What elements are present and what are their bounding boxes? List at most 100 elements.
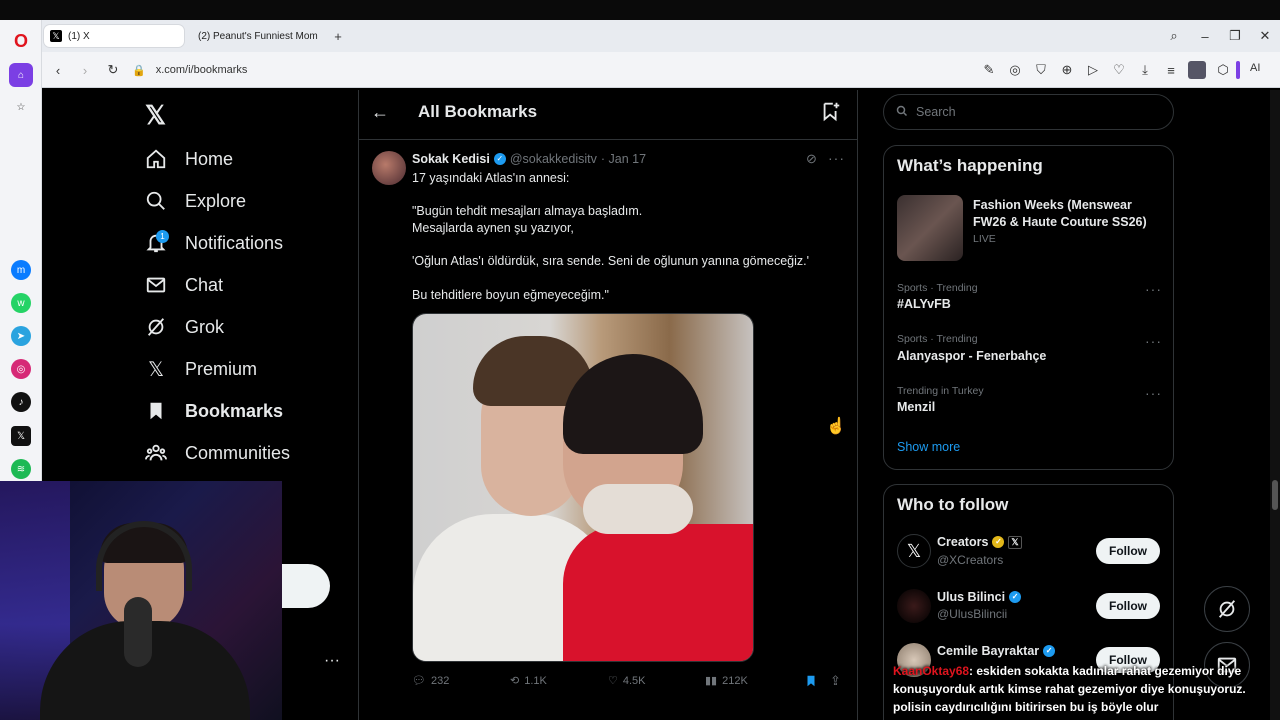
telegram-icon[interactable]: ➤ xyxy=(11,326,31,346)
bookmark-folder-add-icon[interactable] xyxy=(820,100,842,127)
tweet-date[interactable]: · Jan 17 xyxy=(601,152,646,166)
back-arrow-icon[interactable]: ← xyxy=(371,102,389,123)
nav-grok[interactable]: Grok xyxy=(145,312,224,342)
tweet-line-1: 17 yaşındaki Atlas'ın annesi: xyxy=(412,171,570,185)
nav-bookmarks[interactable]: Bookmarks xyxy=(145,396,283,426)
tab-label: (1) X xyxy=(68,30,90,42)
star-icon[interactable]: ☆ xyxy=(11,97,31,117)
instagram-icon[interactable]: ◎ xyxy=(11,359,31,379)
tweet-line-5: Bu tehditlere boyun eğmeyeceğim." xyxy=(412,288,609,302)
maximize-icon[interactable]: ❐ xyxy=(1226,27,1244,45)
author-handle[interactable]: @sokakkedisitv xyxy=(510,152,597,166)
webcam-overlay xyxy=(0,481,282,720)
reload-icon[interactable]: ↻ xyxy=(104,61,122,79)
tweet-photo[interactable] xyxy=(412,313,754,662)
page-scrollbar[interactable] xyxy=(1270,90,1280,720)
nav-notifications[interactable]: 1 Notifications xyxy=(145,228,283,258)
download-icon[interactable]: ⤓ xyxy=(1136,61,1154,79)
search-input[interactable]: Search xyxy=(883,94,1174,130)
edit-icon[interactable]: ✎ xyxy=(980,61,998,79)
views-icon: ▮▮ xyxy=(705,675,718,687)
box-icon[interactable]: ⬡ xyxy=(1214,61,1232,79)
heart-icon[interactable]: ♡ xyxy=(1110,61,1128,79)
reply-count: 232 xyxy=(430,674,450,687)
trend-name[interactable]: Alanyaspor - Fenerbahçe xyxy=(897,349,1046,363)
follow-account-name[interactable]: Creators ✓ 𝕏 xyxy=(937,535,1022,549)
tab-search-icon[interactable]: ⌕ xyxy=(1165,27,1183,45)
browser-tab-youtube[interactable]: (2) Peanut's Funniest Mom xyxy=(186,25,322,47)
forward-icon[interactable]: › xyxy=(76,61,94,79)
translate-icon[interactable]: ⊕ xyxy=(1058,61,1076,79)
follow-account-name[interactable]: Ulus Bilinci ✓ xyxy=(937,590,1022,604)
featured-status: LIVE xyxy=(973,233,996,245)
menu-icon[interactable]: ≡ xyxy=(1162,61,1180,79)
nav-premium[interactable]: 𝕏 Premium xyxy=(145,354,257,384)
verified-badge-icon: ✓ xyxy=(493,153,506,165)
home-sidebar-icon[interactable]: ⌂ xyxy=(9,63,33,87)
ai-button[interactable]: AI xyxy=(1250,62,1260,74)
views-count: 212K xyxy=(722,674,748,687)
os-top-bar xyxy=(0,0,1280,20)
post-button[interactable] xyxy=(282,564,330,608)
author-avatar[interactable] xyxy=(372,151,406,185)
account-more-dots[interactable]: ··· xyxy=(324,652,340,670)
featured-thumbnail[interactable] xyxy=(897,195,963,261)
like-button[interactable]: ♡ 4.5K xyxy=(608,674,646,688)
profile-avatar-icon[interactable] xyxy=(1188,61,1206,79)
reply-button[interactable]: 💬︎ 232 xyxy=(412,674,450,688)
back-icon[interactable]: ‹ xyxy=(49,61,67,79)
trend-name[interactable]: Menzil xyxy=(897,400,935,414)
ai-label: AI xyxy=(1250,62,1261,74)
camera-icon[interactable]: ◎ xyxy=(1006,61,1024,79)
repost-button[interactable]: ⟲ 1.1K xyxy=(510,674,547,688)
follow-button[interactable]: Follow xyxy=(1096,593,1160,619)
follow-button[interactable]: Follow xyxy=(1096,538,1160,564)
whatsapp-icon[interactable]: w xyxy=(11,293,31,313)
reply-icon: 💬︎ xyxy=(412,675,426,687)
follow-account-name[interactable]: Cemile Bayraktar ✓ xyxy=(937,644,1056,658)
close-window-icon[interactable]: ✕ xyxy=(1256,27,1274,45)
messenger-icon[interactable]: m xyxy=(11,260,31,280)
nav-home[interactable]: Home xyxy=(145,144,233,174)
featured-title[interactable]: Fashion Weeks (Menswear FW26 & Haute Cou… xyxy=(973,197,1163,231)
show-more-link[interactable]: Show more xyxy=(897,440,960,454)
grok-float-button[interactable] xyxy=(1204,586,1250,632)
lock-icon: 🔒 xyxy=(132,64,146,77)
url-bar[interactable]: 🔒 x.com/i/bookmarks xyxy=(132,58,972,82)
new-tab-icon[interactable]: + xyxy=(329,27,347,45)
x-sidebar-icon[interactable]: 𝕏 xyxy=(11,426,31,446)
spotify-icon[interactable]: ≋ xyxy=(11,459,31,479)
trend-more-icon[interactable]: ··· xyxy=(1145,281,1162,297)
shield-icon[interactable]: ⛉ xyxy=(1032,61,1050,79)
author-name[interactable]: Sokak Kedisi xyxy=(412,152,490,166)
nav-chat-label: Chat xyxy=(185,274,224,295)
nav-chat[interactable]: Chat xyxy=(145,270,223,300)
minimize-icon[interactable]: – xyxy=(1196,27,1214,45)
home-icon xyxy=(145,148,167,170)
header-divider xyxy=(359,139,857,140)
bookmarked-icon[interactable] xyxy=(804,673,818,694)
play-icon[interactable]: ▷ xyxy=(1084,61,1102,79)
views-button[interactable]: ▮▮ 212K xyxy=(705,674,748,688)
trend-meta: Sports · Trending xyxy=(897,282,978,294)
creators-avatar[interactable]: 𝕏 xyxy=(897,534,931,568)
scrollbar-thumb[interactable] xyxy=(1272,480,1278,510)
share-icon[interactable]: ⇪ xyxy=(830,673,841,689)
grok-explain-icon[interactable]: ⊘ xyxy=(806,151,817,167)
stream-chat-message: KaanOktay68: eskiden sokakta kadınlar ra… xyxy=(893,662,1263,716)
nav-home-label: Home xyxy=(185,148,234,169)
trend-more-icon[interactable]: ··· xyxy=(1145,333,1162,349)
tweet-more-icon[interactable]: ··· xyxy=(828,150,845,166)
mouse-cursor-icon: ☝ xyxy=(826,418,846,435)
ulus-avatar[interactable] xyxy=(897,589,931,623)
tiktok-icon[interactable]: ♪ xyxy=(11,392,31,412)
trend-name[interactable]: #ALYvFB xyxy=(897,297,951,311)
x-logo-icon[interactable]: 𝕏 xyxy=(145,100,166,131)
whats-happening-title: What’s happening xyxy=(897,156,1043,175)
nav-explore[interactable]: Explore xyxy=(145,186,246,216)
browser-tab-x[interactable]: 𝕏 (1) X xyxy=(44,25,184,47)
page-title: All Bookmarks xyxy=(418,102,538,121)
nav-communities[interactable]: Communities xyxy=(145,438,290,468)
trend-more-icon[interactable]: ··· xyxy=(1145,385,1162,401)
accent-bar xyxy=(1236,61,1240,79)
